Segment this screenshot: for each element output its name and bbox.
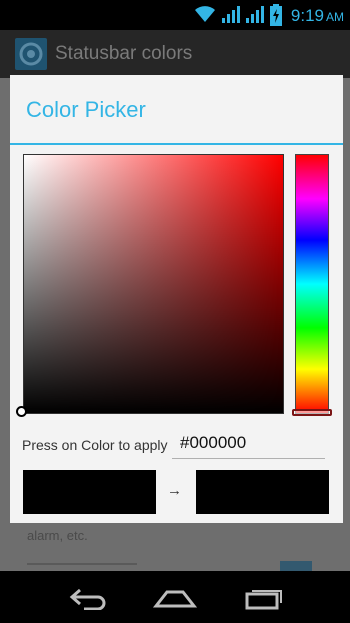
- old-color-swatch[interactable]: [23, 470, 156, 514]
- navigation-bar: [0, 571, 350, 623]
- battery-charging-icon: [270, 4, 282, 31]
- app-title: Statusbar colors: [55, 43, 193, 64]
- hex-color-input[interactable]: [172, 427, 325, 459]
- home-icon[interactable]: [151, 583, 199, 613]
- apply-label: Press on Color to apply: [22, 437, 168, 453]
- title-divider: [10, 143, 343, 145]
- status-bar: 9:19 AM: [0, 0, 350, 30]
- background-text: alarm, etc.: [27, 528, 88, 543]
- dialog-title: Color Picker: [26, 97, 146, 122]
- color-selector-handle[interactable]: [16, 406, 27, 417]
- value-gradient: [24, 155, 283, 413]
- signal-icon: [221, 4, 241, 29]
- signal-icon: [245, 4, 265, 29]
- arrow-icon: →: [167, 482, 182, 499]
- gear-icon[interactable]: [15, 38, 47, 70]
- hue-slider-handle[interactable]: [292, 409, 332, 416]
- hue-slider[interactable]: [295, 154, 329, 414]
- new-color-swatch[interactable]: [196, 470, 329, 514]
- clock-ampm: AM: [326, 10, 344, 24]
- app-bar: Statusbar colors: [0, 30, 350, 78]
- saturation-value-picker[interactable]: [23, 154, 284, 414]
- clock-time: 9:19: [290, 6, 324, 25]
- wifi-icon: [194, 4, 216, 29]
- color-picker-dialog: Color Picker Press on Color to apply →: [10, 75, 343, 523]
- background-chip: [280, 561, 312, 571]
- back-icon[interactable]: [64, 583, 112, 613]
- recent-apps-icon[interactable]: [240, 583, 288, 613]
- divider: [27, 563, 137, 565]
